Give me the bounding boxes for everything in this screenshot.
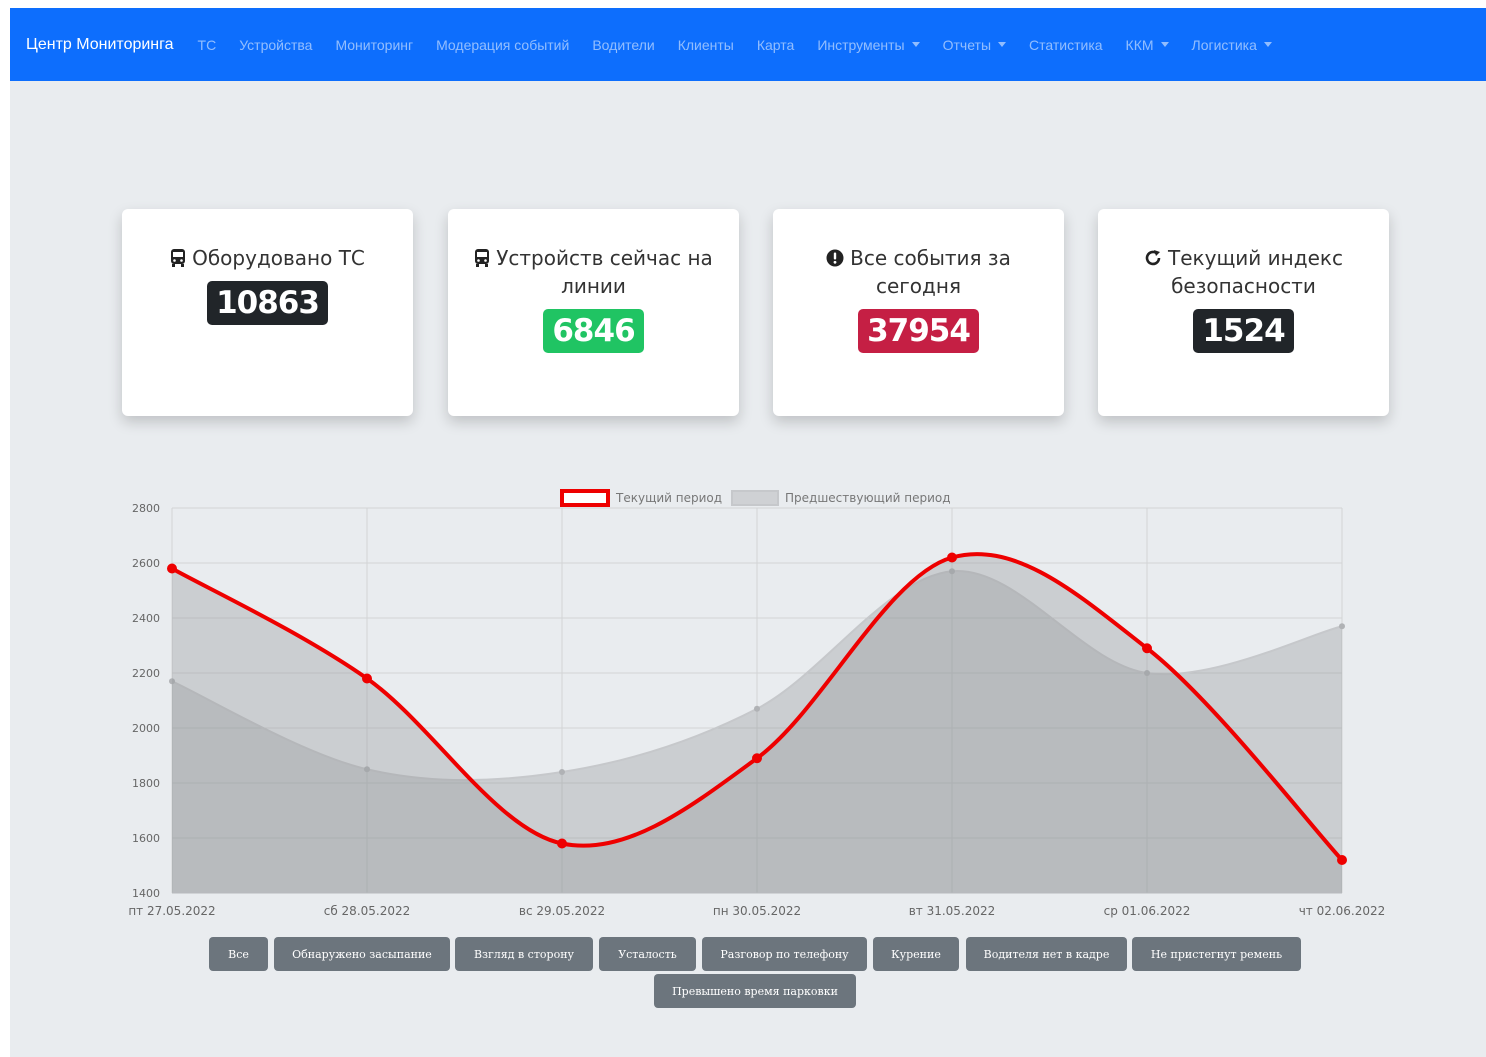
app-frame: Центр Мониторинга ТС Устройства Монитори…: [10, 8, 1486, 1057]
stat-card-devices-online: Устройств сейчас на линии 6846: [448, 209, 739, 416]
caret-down-icon: [1160, 42, 1169, 47]
filter-seatbelt-button[interactable]: Не пристегнут ремень: [1132, 937, 1301, 971]
y-tick-label: 2200: [132, 667, 160, 680]
x-tick-label: чт 02.06.2022: [1299, 904, 1386, 918]
nav-label: Статистика: [1029, 36, 1103, 53]
legend-swatch-current: [560, 489, 610, 507]
current-period-point: [947, 552, 957, 563]
legend-label-previous: Предшествующий период: [785, 491, 951, 505]
nav-item-map[interactable]: Карта: [757, 37, 794, 53]
x-tick-label: ср 01.06.2022: [1104, 904, 1191, 918]
x-tick-label: пт 27.05.2022: [128, 904, 215, 918]
y-tick-label: 2600: [132, 557, 160, 570]
nav-item-monitoring[interactable]: Мониторинг: [335, 37, 413, 53]
nav-label: Устройства: [239, 36, 313, 53]
caret-down-icon: [911, 42, 920, 47]
nav-item-devices[interactable]: Устройства: [239, 37, 312, 53]
brand-link[interactable]: Центр Мониторинга: [26, 36, 174, 54]
x-tick-label: пн 30.05.2022: [713, 904, 801, 918]
stat-card-safety-index: Текущий индекс безопасности 1524: [1098, 209, 1389, 416]
y-tick-label: 2400: [132, 612, 160, 625]
nav-label: ТС: [197, 36, 217, 53]
nav-label: Карта: [756, 36, 795, 53]
events-line-chart: 2800 2600 2400 2200 2000 1800 1600 1400 пт 27.05…: [128, 489, 1386, 918]
top-navbar: Центр Мониторинга ТС Устройства Монитори…: [10, 8, 1486, 81]
y-tick-label: 1800: [132, 777, 160, 790]
caret-down-icon: [998, 42, 1007, 47]
previous-period-point: [754, 705, 760, 712]
nav-label: Модерация событий: [436, 36, 570, 53]
card-title-text: Все события за сегодня: [850, 246, 1011, 298]
legend-swatch-previous: [731, 490, 779, 506]
card-title-text: Устройств сейчас на линии: [496, 246, 713, 298]
x-tick-label: вт 31.05.2022: [909, 904, 996, 918]
caret-down-icon: [1263, 42, 1272, 47]
exclamation-circle-icon: [826, 249, 844, 267]
nav-label: Мониторинг: [335, 36, 414, 53]
x-tick-label: сб 28.05.2022: [324, 904, 411, 918]
nav-menu: ТС Устройства Мониторинг Модерация событ…: [198, 37, 1295, 53]
nav-item-clients[interactable]: Клиенты: [678, 37, 734, 53]
events-chart: 2800 2600 2400 2200 2000 1800 1600 1400 пт 27.05…: [10, 468, 1486, 928]
nav-label: ККМ: [1125, 36, 1154, 53]
legend-label-current: Текущий период: [615, 491, 722, 505]
filter-fatigue-button[interactable]: Усталость: [599, 937, 696, 971]
previous-period-point: [1339, 623, 1345, 630]
previous-period-point: [559, 769, 565, 775]
nav-label: Клиенты: [677, 36, 734, 53]
current-period-point: [1142, 643, 1152, 654]
bus-icon: [475, 249, 490, 267]
stat-value-badge: 1524: [1193, 309, 1294, 353]
stat-value-badge: 6846: [543, 309, 644, 353]
nav-item-ts[interactable]: ТС: [198, 37, 217, 53]
filter-smoking-button[interactable]: Курение: [873, 937, 959, 971]
stat-value-badge: 10863: [207, 281, 328, 325]
current-period-point: [362, 673, 372, 684]
nav-item-event-moderation[interactable]: Модерация событий: [436, 37, 569, 53]
nav-item-tools[interactable]: Инструменты: [817, 36, 920, 53]
filter-parking-time-button[interactable]: Превышено время парковки: [654, 974, 856, 1008]
current-period-point: [167, 563, 177, 574]
card-title-text: Текущий индекс безопасности: [1168, 246, 1343, 298]
bus-icon: [171, 249, 186, 267]
y-tick-label: 1400: [132, 887, 160, 900]
filter-look-away-button[interactable]: Взгляд в сторону: [455, 937, 593, 971]
x-tick-label: вс 29.05.2022: [519, 904, 605, 918]
nav-label: Логистика: [1191, 36, 1257, 53]
y-tick-label: 1600: [132, 832, 160, 845]
stat-card-equipped-vehicles: Оборудовано ТС 10863: [122, 209, 413, 416]
nav-item-reports[interactable]: Отчеты: [942, 36, 1007, 53]
filter-sleep-button[interactable]: Обнаружено засыпание: [274, 937, 450, 971]
nav-item-kkm[interactable]: ККМ: [1126, 37, 1169, 53]
y-tick-label: 2800: [132, 502, 160, 515]
refresh-icon: [1145, 250, 1161, 266]
y-tick-label: 2000: [132, 722, 160, 735]
filter-phone-button[interactable]: Разговор по телефону: [702, 937, 867, 971]
current-period-point: [557, 838, 567, 849]
current-period-point: [1337, 855, 1347, 865]
filter-all-button[interactable]: Все: [209, 937, 268, 971]
filter-no-driver-button[interactable]: Водителя нет в кадре: [966, 937, 1127, 971]
nav-label: Отчеты: [942, 36, 992, 53]
nav-item-drivers[interactable]: Водители: [592, 37, 654, 53]
nav-label: Водители: [592, 36, 655, 53]
nav-item-logistics[interactable]: Логистика: [1192, 37, 1272, 53]
card-title-text: Оборудовано ТС: [192, 246, 365, 270]
stat-value-badge: 37954: [858, 309, 979, 353]
nav-item-statistics[interactable]: Статистика: [1029, 37, 1103, 53]
current-period-point: [752, 753, 762, 764]
stat-card-events-today: Все события за сегодня 37954: [773, 209, 1064, 416]
nav-label: Инструменты: [817, 36, 905, 53]
